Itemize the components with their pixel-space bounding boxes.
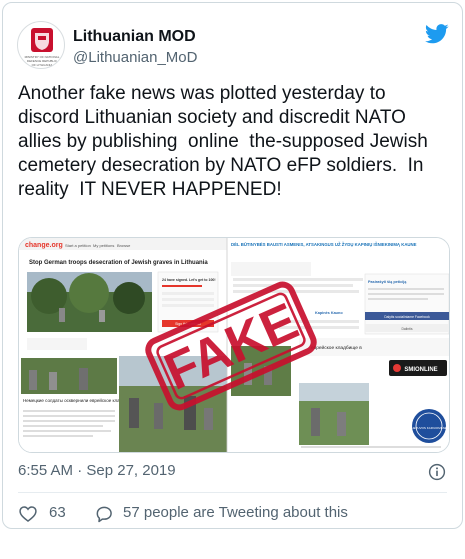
display-name[interactable]: Lithuanian MOD [73,28,196,46]
ministry-logo-icon: MINISTRY OF NATIONAL DEFENCE REPUBLIC OF… [25,28,60,67]
tweeting-about-link[interactable]: 57 people are Tweeting about this [123,504,348,521]
tweet-card: MINISTRY OF NATIONAL DEFENCE REPUBLIC OF… [2,2,463,529]
svg-text:Kapinės Kauno: Kapinės Kauno [315,311,343,315]
like-count[interactable]: 63 [49,504,66,521]
petition-headline: Stop German troops desecration of Jewish… [29,260,208,266]
change-org-logo: change.org [25,242,63,249]
svg-text:Start a petition: Start a petition [65,243,91,248]
divider [18,492,447,493]
svg-text:24 have signed. Let's get to 1: 24 have signed. Let's get to 100! [162,278,216,282]
info-icon[interactable] [428,463,446,481]
fake-news-collage: change.org Start a petition My petitions… [19,238,449,452]
svg-text:еврейское кладбище в: еврейское кладбище в [311,344,362,351]
heart-icon[interactable] [18,504,38,524]
tweet-text: Another fake news was plotted yesterday … [18,83,434,200]
twitter-bird-icon[interactable] [425,23,449,45]
smionline-badge: SMIONLINE [404,367,437,373]
handle[interactable]: @Lithuanian_MoD [73,49,197,66]
svg-text:LIETUVOS KARIUOMENĖ: LIETUVOS KARIUOMENĖ [411,425,447,430]
svg-text:OF LITHUANIA: OF LITHUANIA [32,63,53,67]
svg-text:Browse: Browse [117,243,131,248]
svg-text:DĖL BŪTINYBĖS BAUSTI ASMENIS,: DĖL BŪTINYBĖS BAUSTI ASMENIS, ATSAKINGUS… [231,242,417,247]
svg-text:Pasirašyti šią peticiją: Pasirašyti šią peticiją [368,280,407,284]
avatar[interactable]: MINISTRY OF NATIONAL DEFENCE REPUBLIC OF… [17,21,65,69]
svg-text:Dalintis: Dalintis [401,327,412,331]
tweet-media-image[interactable]: change.org Start a petition My petitions… [18,237,450,453]
reply-bubble-icon[interactable] [94,504,114,524]
svg-text:Dalytis socialiniame Facebook: Dalytis socialiniame Facebook [384,315,430,319]
tweet-header: MINISTRY OF NATIONAL DEFENCE REPUBLIC OF… [17,19,449,69]
tweet-timestamp[interactable]: 6:55 AM · Sep 27, 2019 [18,462,176,479]
svg-text:My petitions: My petitions [93,243,114,248]
